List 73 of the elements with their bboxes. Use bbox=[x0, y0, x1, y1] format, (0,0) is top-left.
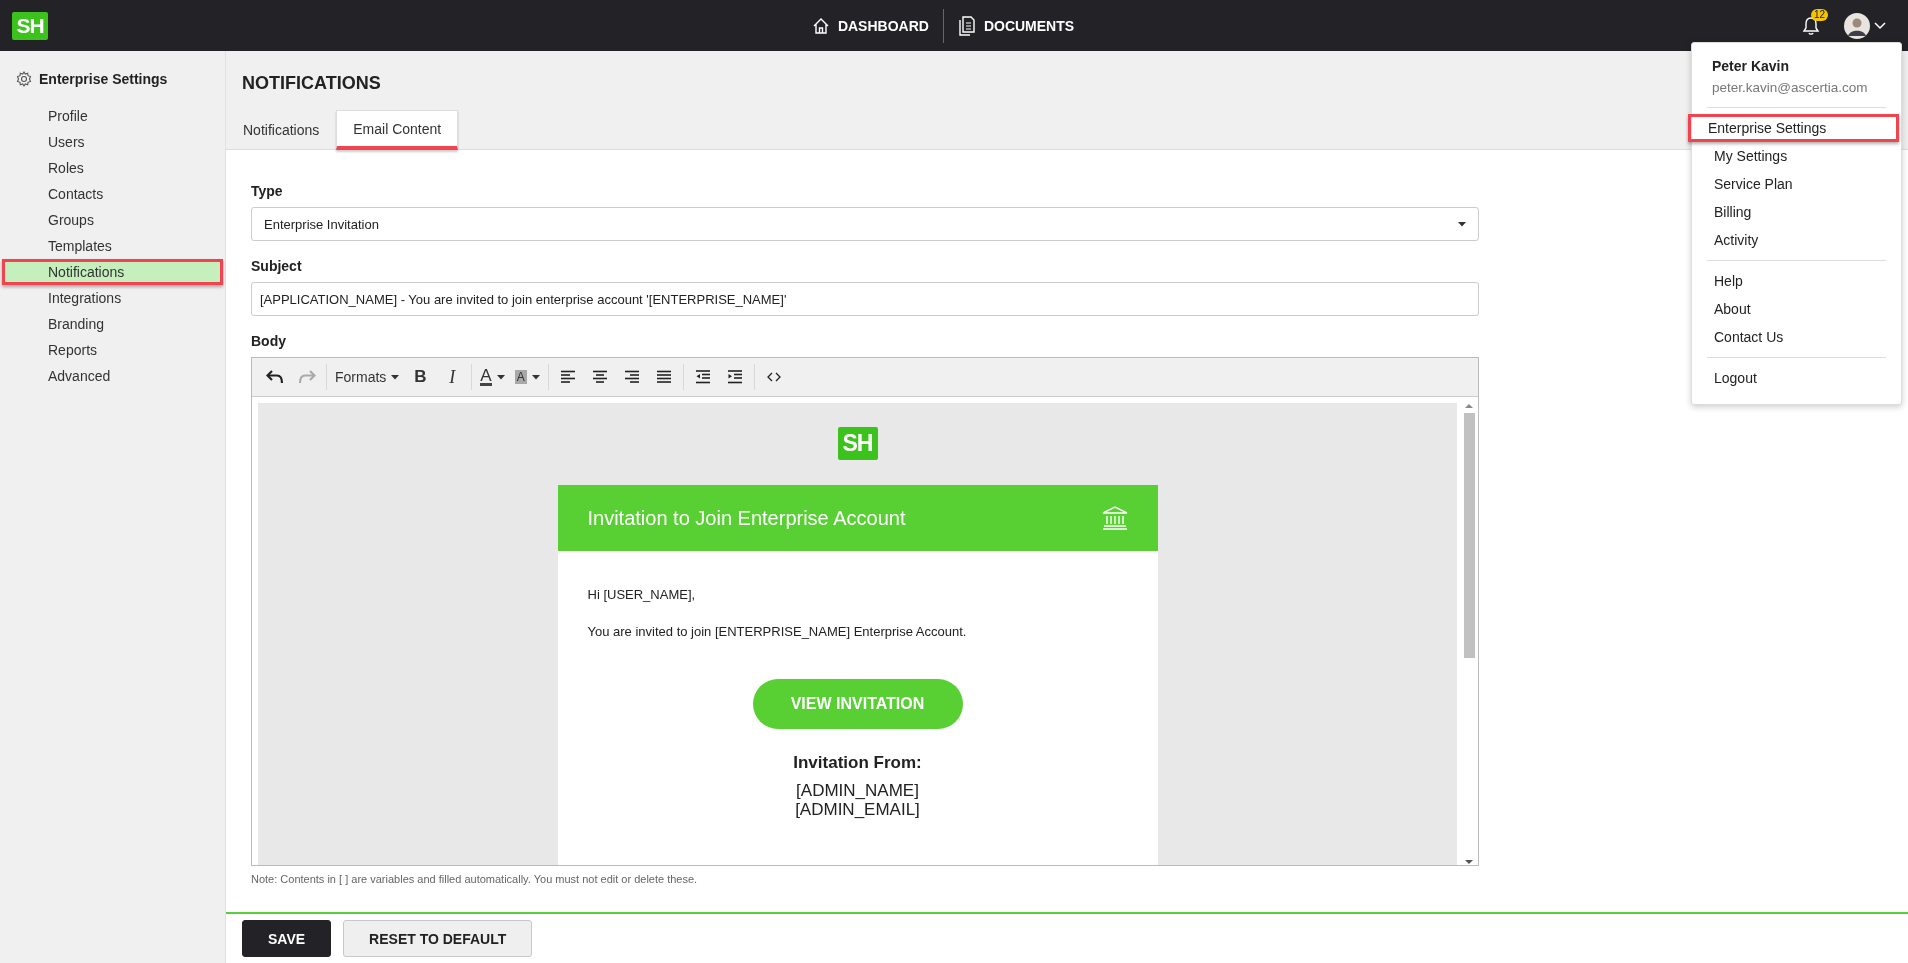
sidebar-item[interactable]: Templates bbox=[2, 233, 223, 259]
sidebar-item[interactable]: Users bbox=[2, 129, 223, 155]
menu-item[interactable]: My Settings bbox=[1694, 142, 1899, 170]
scrollbar[interactable] bbox=[1462, 403, 1476, 865]
reset-button[interactable]: RESET TO DEFAULT bbox=[343, 920, 533, 957]
caret-icon bbox=[496, 374, 505, 380]
sidebar-item[interactable]: Integrations bbox=[2, 285, 223, 311]
nav-link[interactable]: DOCUMENTS bbox=[943, 15, 1089, 36]
caret-icon bbox=[391, 374, 400, 380]
menu-item[interactable]: Contact Us bbox=[1694, 323, 1899, 351]
invitation-from-heading: Invitation From: bbox=[793, 753, 922, 773]
user-email: peter.kavin@ascertia.com bbox=[1711, 79, 1869, 97]
code-icon bbox=[766, 372, 781, 382]
email-greeting: Hi [USER_NAME], bbox=[587, 587, 697, 602]
user-name: Peter Kavin bbox=[1711, 57, 1791, 74]
menu-item[interactable]: Logout bbox=[1694, 364, 1899, 392]
email-title: Invitation to Join Enterprise Account bbox=[587, 506, 906, 530]
subject-field[interactable]: [APPLICATION_NAME] - You are invited to join enterprise account '[ENTERPRISE_NAME]' bbox=[251, 282, 1479, 316]
text-color-glyph: A bbox=[480, 368, 492, 386]
home-icon bbox=[811, 16, 830, 35]
menu-item[interactable]: Enterprise Settings bbox=[1688, 114, 1899, 142]
italic-button[interactable]: I bbox=[438, 364, 467, 390]
tab[interactable]: Email Content bbox=[336, 110, 459, 150]
sidebar-title: Enterprise Settings bbox=[39, 71, 168, 87]
redo-icon bbox=[298, 369, 316, 385]
sidebar-item[interactable]: Profile bbox=[2, 103, 223, 129]
field-label: Body bbox=[251, 333, 286, 350]
menu-item[interactable]: Billing bbox=[1694, 198, 1899, 226]
bold-button[interactable]: B bbox=[406, 364, 435, 390]
scroll-down-icon[interactable] bbox=[1465, 859, 1473, 865]
menu-item[interactable]: Help bbox=[1694, 267, 1899, 295]
chevron-down-icon[interactable] bbox=[1874, 21, 1886, 30]
page-title: NOTIFICATIONS bbox=[242, 73, 381, 94]
notification-badge: 12 bbox=[1811, 8, 1829, 21]
align-justify-icon bbox=[655, 370, 672, 384]
menu-item[interactable]: Activity bbox=[1694, 226, 1899, 254]
background-color-button[interactable]: A bbox=[511, 364, 543, 390]
undo-icon bbox=[266, 369, 284, 385]
sidebar-item[interactable]: Advanced bbox=[2, 363, 223, 389]
email-message: You are invited to join [ENTERPRISE_NAME] Enterprise Account. bbox=[587, 624, 968, 639]
nav-link[interactable]: DASHBOARD bbox=[797, 16, 943, 35]
align-center-icon bbox=[591, 370, 608, 384]
document-icon bbox=[957, 15, 976, 36]
indent-icon bbox=[726, 370, 743, 384]
caret-icon bbox=[1458, 221, 1466, 227]
formats-dropdown[interactable]: Formats bbox=[332, 364, 403, 390]
text-color-button[interactable]: A bbox=[477, 364, 508, 390]
note-text: Note: Contents in [ ] are variables and filled automatically. You must not edit or delete these. bbox=[251, 873, 699, 885]
menu-item[interactable]: Service Plan bbox=[1694, 170, 1899, 198]
sidebar-item[interactable]: Groups bbox=[2, 207, 223, 233]
sidebar-item[interactable]: Reports bbox=[2, 337, 223, 363]
avatar-icon[interactable] bbox=[1844, 12, 1870, 39]
field-label: Subject bbox=[251, 258, 302, 275]
sidebar-item[interactable]: Branding bbox=[2, 311, 223, 337]
outdent-icon bbox=[694, 370, 711, 384]
sidebar-item[interactable]: Notifications bbox=[2, 259, 223, 285]
invitation-from-line: [ADMIN_EMAIL] bbox=[795, 800, 920, 819]
scroll-up-icon[interactable] bbox=[1465, 403, 1473, 409]
type-dropdown[interactable]: Enterprise Invitation bbox=[251, 207, 1479, 241]
save-button[interactable]: SAVE bbox=[242, 920, 332, 957]
sidebar-item[interactable]: Contacts bbox=[2, 181, 223, 207]
sidebar-item[interactable]: Roles bbox=[2, 155, 223, 181]
bank-icon bbox=[1101, 506, 1128, 530]
email-logo: SH bbox=[837, 427, 878, 460]
field-label: Type bbox=[251, 183, 283, 200]
invitation-from-line: [ADMIN_NAME] bbox=[796, 781, 919, 800]
background-color-glyph: A bbox=[514, 370, 527, 384]
menu-item[interactable]: About bbox=[1694, 295, 1899, 323]
tab[interactable]: Notifications bbox=[242, 109, 337, 149]
gear-icon bbox=[16, 71, 32, 87]
align-left-icon bbox=[559, 370, 576, 384]
caret-icon bbox=[531, 374, 540, 380]
align-right-icon bbox=[623, 370, 640, 384]
